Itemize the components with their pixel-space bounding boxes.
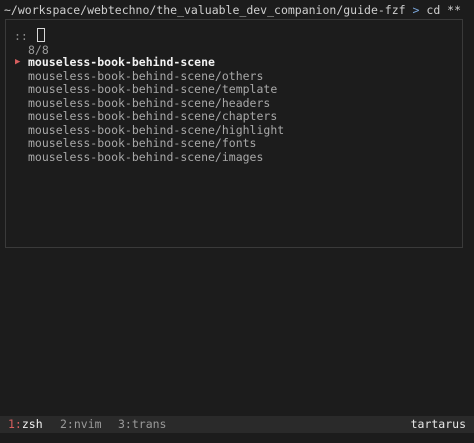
fzf-result-label: mouseless-book-behind-scene: [28, 55, 215, 69]
fzf-result-item[interactable]: mouseless-book-behind-scene/highlight: [14, 122, 285, 138]
fzf-result-label: mouseless-book-behind-scene/headers: [28, 95, 271, 110]
fzf-result-label: mouseless-book-behind-scene/fonts: [28, 136, 257, 150]
tmux-window-name: zsh: [21, 417, 43, 431]
tmux-window-name: nvim: [73, 417, 102, 431]
prompt-arrow: >: [412, 3, 420, 17]
fzf-result-label: mouseless-book-behind-scene/highlight: [28, 122, 285, 137]
fzf-result-label: mouseless-book-behind-scene/others: [28, 68, 264, 83]
fzf-query-cursor[interactable]: [36, 28, 45, 42]
tmux-window-number: 3:: [118, 417, 132, 431]
fzf-result-label: mouseless-book-behind-scene/chapters: [28, 109, 278, 123]
fzf-result-item[interactable]: mouseless-book-behind-scene/template: [14, 82, 284, 97]
fzf-result-item[interactable]: mouseless-book-behind-scene/headers: [14, 95, 284, 111]
fzf-result-label: mouseless-book-behind-scene/template: [28, 82, 278, 96]
tmux-window-trans[interactable]: 3:trans: [118, 416, 166, 433]
fzf-finder: :: 8/8 ▶ mouseless-book-behind-scene mous…: [5, 19, 463, 248]
tmux-window-number: 2:: [60, 417, 74, 431]
tmux-window-zsh[interactable]: 1:zsh: [8, 416, 43, 433]
fzf-result-item[interactable]: mouseless-book-behind-scene/others: [14, 68, 284, 84]
fzf-result-item[interactable]: mouseless-book-behind-scene/fonts: [14, 136, 284, 151]
tmux-window-name: trans: [131, 417, 167, 431]
fzf-result-item[interactable]: ▶ mouseless-book-behind-scene: [14, 55, 284, 70]
fzf-query-prompt: ::: [14, 29, 28, 43]
tmux-hostname: tartarus: [410, 417, 466, 431]
tmux-window-number: 1:: [8, 417, 22, 431]
fzf-results-list: ▶ mouseless-book-behind-scene mouseless-b…: [14, 55, 285, 165]
fzf-result-item[interactable]: mouseless-book-behind-scene/chapters: [14, 109, 284, 124]
tmux-statusbar: 1:zsh 2:nvim 3:trans tartarus: [0, 416, 474, 433]
tmux-window-nvim[interactable]: 2:nvim: [60, 416, 102, 433]
prompt-command[interactable]: cd **: [426, 3, 461, 17]
shell-prompt: ~/workspace/webtechno/the_valuable_dev_c…: [4, 2, 461, 18]
prompt-path: ~/workspace/webtechno/the_valuable_dev_c…: [4, 3, 406, 17]
selection-pointer-icon: ▶: [15, 57, 21, 67]
fzf-result-item[interactable]: mouseless-book-behind-scene/images: [14, 149, 284, 165]
fzf-result-label: mouseless-book-behind-scene/images: [28, 149, 264, 164]
